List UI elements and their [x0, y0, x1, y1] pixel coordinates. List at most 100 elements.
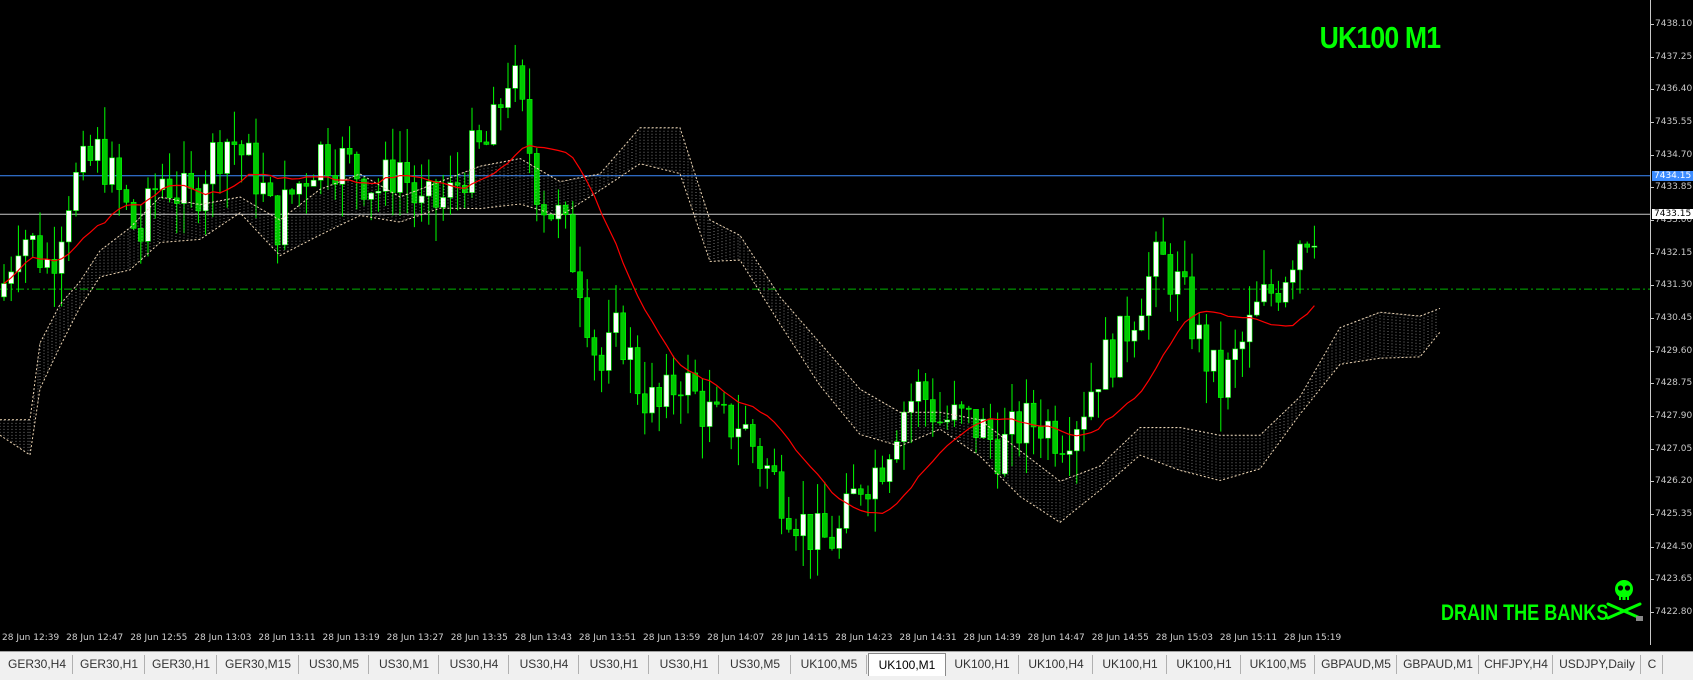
chart-tab[interactable]: UK100,H1	[1168, 655, 1241, 674]
chart-tab[interactable]: USDJPY,Daily	[1554, 655, 1641, 674]
candle-body	[1102, 339, 1109, 390]
price-chart[interactable]	[0, 0, 1650, 631]
chart-tab[interactable]: GBPAUD,M5	[1316, 655, 1397, 674]
chart-tab[interactable]: US30,M1	[370, 655, 439, 674]
candle-body	[296, 183, 303, 195]
candle-body	[836, 528, 843, 549]
price-tick-mark	[1651, 416, 1654, 417]
chart-tab[interactable]: GBPAUD,M1	[1398, 655, 1479, 674]
candle-body	[1131, 329, 1138, 342]
candle-body	[138, 228, 144, 242]
candle-body	[1311, 245, 1318, 248]
candle-body	[577, 271, 583, 299]
candle-body	[152, 188, 158, 191]
candle-body	[1261, 284, 1267, 303]
candle-body	[123, 189, 130, 203]
candle-body	[670, 374, 677, 396]
chart-tab[interactable]: GER30,H1	[74, 655, 145, 674]
candle-body	[188, 172, 194, 189]
price-axis[interactable]: 7438.10 7437.25 7436.40 7435.55 7434.70 7433.…	[1650, 0, 1693, 645]
candle-body	[361, 178, 367, 200]
candle-body	[166, 178, 173, 199]
candle-body	[728, 404, 735, 438]
candle-body	[915, 381, 922, 402]
chart-tab[interactable]: UK100,H4	[1020, 655, 1093, 674]
watermark-text: DRAIN THE BANKS	[1441, 600, 1609, 625]
chart-tab[interactable]: US30,H1	[650, 655, 719, 674]
chart-tab[interactable]: UK100,M1	[868, 653, 946, 676]
time-tick-label: 28 Jun 13:03	[194, 633, 252, 643]
time-tick-label: 28 Jun 13:35	[450, 633, 508, 643]
price-tick-label: 7434.70	[1655, 149, 1693, 160]
candle-body	[958, 404, 965, 409]
chart-tab[interactable]: US30,M5	[720, 655, 791, 674]
candle-body	[1246, 314, 1253, 343]
candle-body	[721, 403, 727, 406]
candle-body	[584, 297, 591, 338]
candle-body	[512, 65, 519, 89]
candle-body	[519, 65, 526, 100]
price-tick-label: 7423.65	[1655, 574, 1693, 585]
chart-tab[interactable]: US30,H1	[580, 655, 649, 674]
time-tick-label: 28 Jun 13:19	[322, 633, 380, 643]
candle-body	[116, 157, 122, 190]
candle-body	[1124, 315, 1130, 342]
candle-body	[1210, 349, 1217, 372]
candle-body	[865, 494, 871, 500]
time-tick-label: 28 Jun 14:39	[963, 633, 1021, 643]
candle-body	[87, 145, 94, 161]
candle-body	[44, 258, 51, 268]
candle-body	[382, 159, 389, 192]
time-tick-label: 28 Jun 14:47	[1027, 633, 1085, 643]
candle-body	[634, 347, 641, 395]
chart-tab[interactable]: US30,H4	[510, 655, 579, 674]
candle-body	[346, 148, 353, 155]
candle-body	[22, 239, 29, 257]
candle-body	[785, 518, 792, 530]
candle-body	[1297, 243, 1303, 271]
candle-body	[404, 162, 411, 183]
candle-body	[1117, 315, 1123, 378]
price-tick-label: 7432.15	[1655, 247, 1693, 258]
candle-body	[1203, 324, 1210, 372]
chart-tab[interactable]: US30,H4	[440, 655, 509, 674]
candle-body	[800, 513, 807, 537]
price-tick-label: 7427.90	[1655, 411, 1693, 421]
symbol-title: UK100 M1	[1319, 20, 1440, 55]
candle-body	[1275, 292, 1282, 303]
price-tick-label: 7437.25	[1655, 51, 1693, 62]
chart-tab[interactable]: C	[1642, 655, 1663, 674]
chart-tab[interactable]: GER30,H1	[146, 655, 217, 674]
chart-tab[interactable]: GER30,H4	[2, 655, 73, 674]
cloud-span-a	[0, 127, 1441, 482]
price-tick-label: 7436.40	[1655, 84, 1693, 95]
time-tick-label: 28 Jun 14:23	[835, 633, 893, 643]
candle-body	[807, 513, 814, 550]
chart-tab[interactable]: US30,M5	[300, 655, 369, 674]
candle-body	[929, 399, 936, 423]
candle-body	[1182, 271, 1188, 278]
candle-body	[389, 159, 396, 193]
price-tick-label: 7425.35	[1655, 509, 1693, 519]
candle-body	[1074, 429, 1080, 452]
chart-tab[interactable]: CHFJPY,H4	[1480, 655, 1553, 674]
price-tick-mark	[1651, 154, 1654, 156]
chart-tab[interactable]: UK100,H1	[946, 655, 1019, 674]
candle-body	[1001, 433, 1008, 475]
candle-body	[1038, 426, 1044, 439]
candle-body	[289, 189, 295, 195]
chart-tab[interactable]: UK100,H1	[1094, 655, 1167, 674]
chart-tab[interactable]: UK100,M5	[1242, 655, 1315, 674]
candle-body	[267, 182, 274, 197]
chart-area[interactable]: UK100 M1 DRAIN THE BANKS	[0, 0, 1650, 645]
candle-body	[951, 404, 958, 421]
chart-tab[interactable]: GER30,M15	[218, 655, 299, 674]
candle-body	[368, 192, 375, 200]
candle-body	[1167, 254, 1174, 295]
candle-body	[713, 401, 720, 405]
candle-body	[80, 145, 86, 173]
chart-tab[interactable]: UK100,M5	[792, 655, 867, 674]
candle-body	[303, 183, 310, 187]
price-tick-label: 7435.55	[1655, 117, 1693, 127]
candle-body	[843, 493, 850, 529]
